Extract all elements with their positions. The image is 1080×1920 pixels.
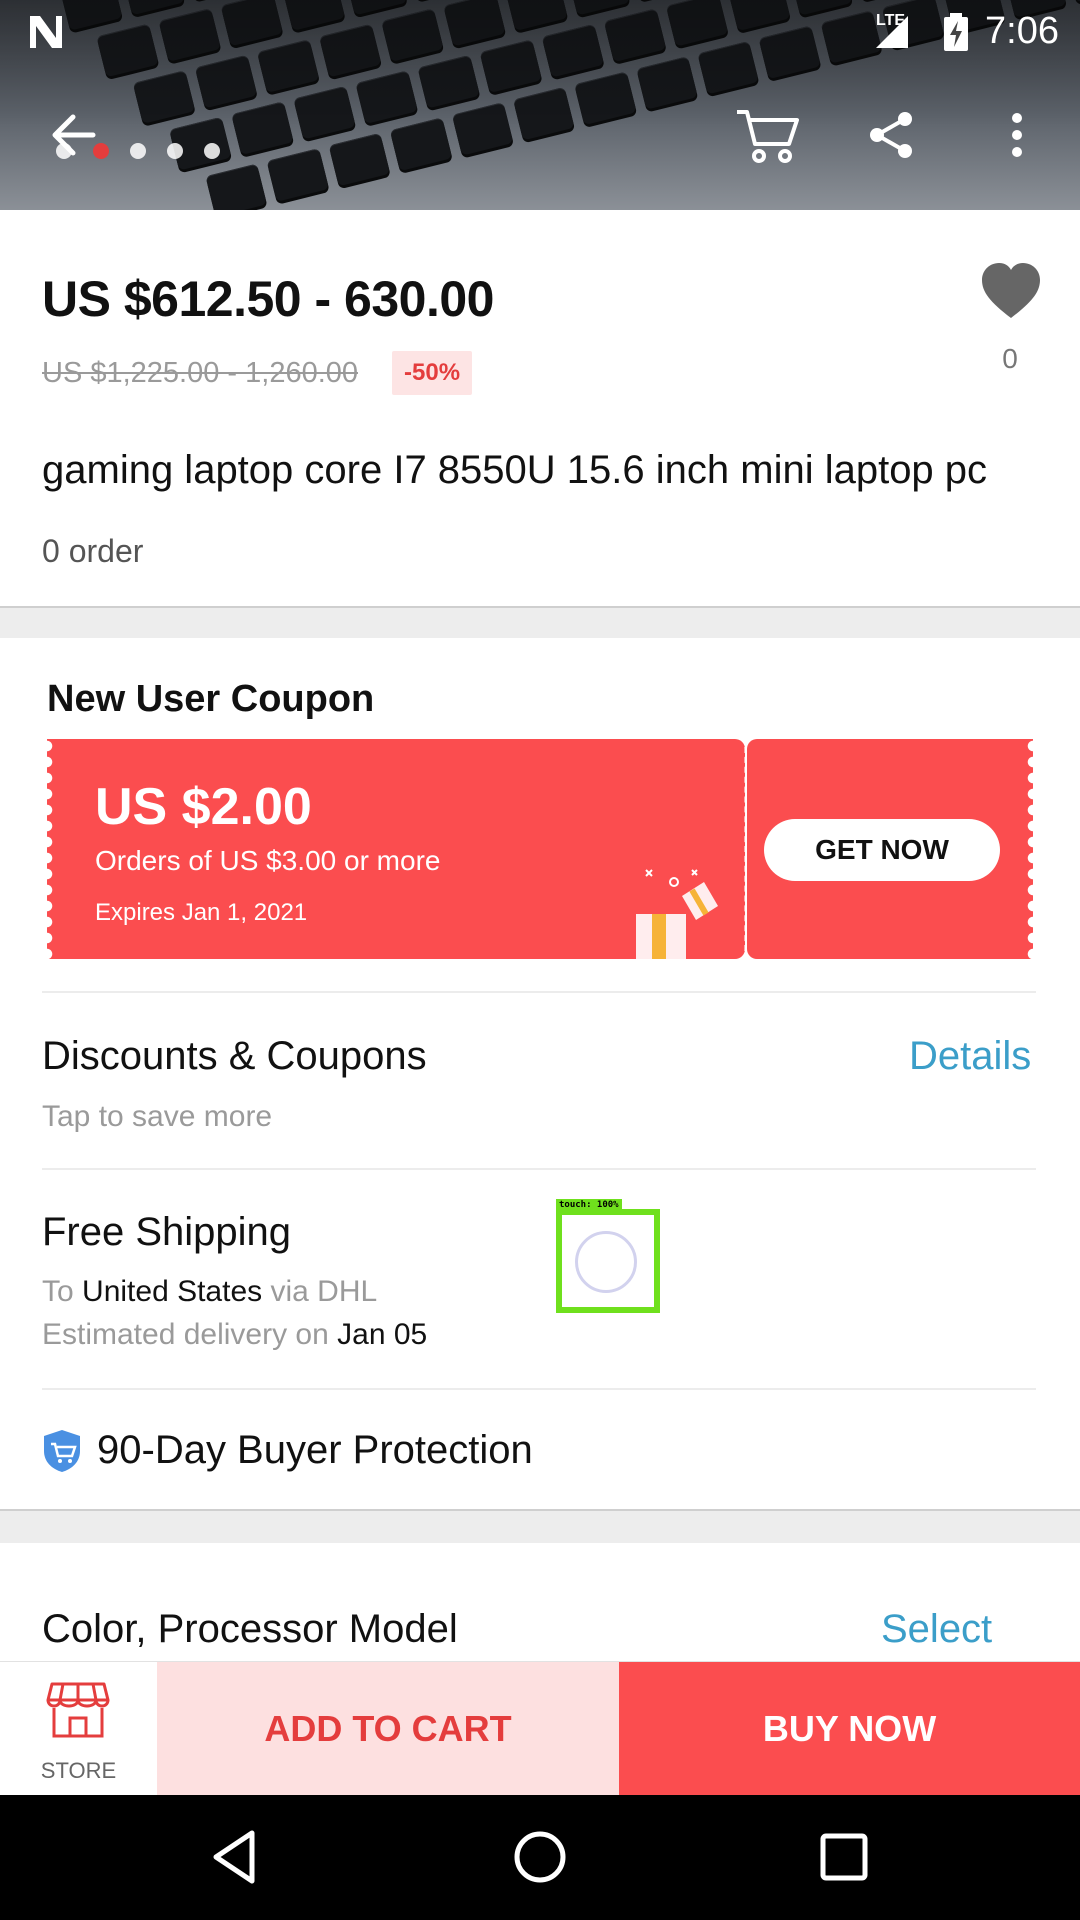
network-type: LTE bbox=[876, 12, 906, 29]
coupon-condition: Orders of US $3.00 or more bbox=[95, 845, 441, 876]
touch-point-icon bbox=[575, 1231, 637, 1293]
more-vertical-icon bbox=[1012, 113, 1022, 157]
coupon-expiry: Expires Jan 1, 2021 bbox=[95, 899, 308, 926]
shipping-destination: To United States via DHL bbox=[42, 1275, 378, 1308]
get-coupon-button[interactable]: GET NOW bbox=[764, 819, 1000, 881]
nav-recents-icon[interactable] bbox=[814, 1827, 874, 1887]
gift-icon bbox=[636, 869, 718, 959]
nav-home-icon[interactable] bbox=[510, 1827, 570, 1887]
cart-button[interactable] bbox=[732, 100, 802, 170]
gallery-dot-active[interactable] bbox=[93, 143, 109, 159]
gallery-dot[interactable] bbox=[56, 143, 72, 159]
order-count: 0 order bbox=[42, 533, 144, 569]
share-button[interactable] bbox=[856, 100, 926, 170]
discounts-title[interactable]: Discounts & Coupons bbox=[42, 1034, 427, 1079]
back-button[interactable] bbox=[38, 100, 108, 170]
gallery-dot[interactable] bbox=[204, 143, 220, 159]
bottom-action-bar: STORE ADD TO CART BUY NOW bbox=[0, 1661, 1080, 1796]
gallery-dot[interactable] bbox=[167, 143, 183, 159]
wishlist-count: 0 bbox=[1002, 343, 1018, 374]
divider bbox=[42, 1388, 1036, 1390]
discounts-subtitle: Tap to save more bbox=[42, 1100, 273, 1133]
coupon-heading: New User Coupon bbox=[47, 678, 375, 720]
section-divider bbox=[0, 606, 1080, 638]
gallery-dot[interactable] bbox=[130, 143, 146, 159]
battery-charging-icon bbox=[944, 13, 968, 51]
new-user-coupon-card[interactable]: US $2.00 Orders of US $3.00 or more Expi… bbox=[47, 739, 1033, 959]
status-bar: LTE 7:06 bbox=[0, 0, 1080, 64]
buyer-protection-label[interactable]: 90-Day Buyer Protection bbox=[97, 1428, 533, 1473]
system-navigation-bar bbox=[0, 1795, 1080, 1920]
store-button[interactable]: STORE bbox=[0, 1662, 157, 1796]
section-divider bbox=[0, 1509, 1080, 1543]
coupon-amount: US $2.00 bbox=[95, 778, 312, 836]
select-variant-link[interactable]: Select bbox=[881, 1607, 992, 1652]
product-title: gaming laptop core I7 8550U 15.6 inch mi… bbox=[42, 448, 988, 492]
nav-back-icon[interactable] bbox=[206, 1827, 266, 1887]
more-options-button[interactable] bbox=[982, 100, 1052, 170]
store-icon bbox=[46, 1682, 110, 1738]
divider bbox=[42, 991, 1036, 993]
cart-icon bbox=[737, 110, 799, 163]
clock: 7:06 bbox=[985, 10, 1059, 52]
store-label: STORE bbox=[40, 1758, 117, 1783]
shipping-estimate: Estimated delivery on Jan 05 bbox=[42, 1318, 428, 1351]
divider bbox=[42, 1168, 1036, 1170]
notification-n-icon bbox=[30, 16, 62, 48]
share-icon bbox=[870, 112, 912, 158]
buy-now-button[interactable]: BUY NOW bbox=[619, 1662, 1080, 1796]
original-price: US $1,225.00 - 1,260.00 bbox=[42, 357, 359, 389]
gallery-pagination bbox=[56, 143, 220, 159]
discount-badge: -50% bbox=[392, 351, 473, 395]
variant-title[interactable]: Color, Processor Model bbox=[42, 1607, 458, 1652]
wishlist-heart-icon[interactable] bbox=[980, 262, 1042, 320]
price-range: US $612.50 - 630.00 bbox=[42, 271, 494, 327]
add-to-cart-button[interactable]: ADD TO CART bbox=[157, 1662, 619, 1796]
details-link[interactable]: Details bbox=[909, 1034, 1031, 1079]
shipping-title[interactable]: Free Shipping bbox=[42, 1210, 291, 1255]
buyer-protection-shield-icon bbox=[44, 1430, 80, 1472]
